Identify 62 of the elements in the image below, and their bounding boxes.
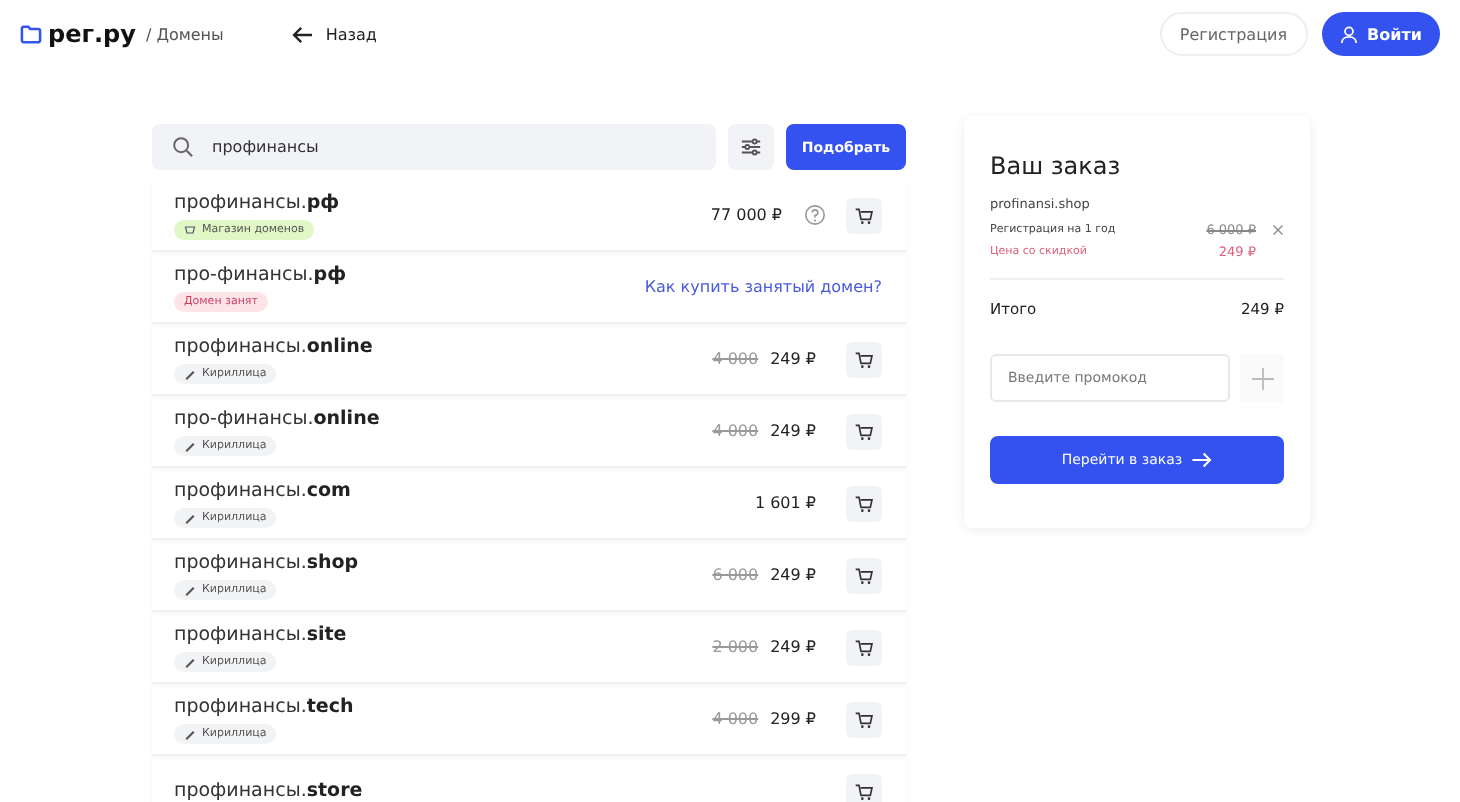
arrow-right-icon — [1192, 452, 1213, 468]
pen-icon — [184, 511, 196, 523]
register-button[interactable]: Регистрация — [1159, 12, 1308, 56]
folder-icon — [20, 24, 42, 44]
filter-button[interactable] — [728, 124, 774, 170]
cart-icon — [854, 781, 874, 801]
cart-icon — [854, 709, 874, 729]
sliders-icon — [740, 136, 762, 158]
cart-button[interactable] — [846, 485, 882, 521]
pen-icon — [184, 439, 196, 451]
price: 249 ₽ — [770, 638, 816, 656]
price: 299 ₽ — [770, 710, 816, 728]
old-price: 4 000 — [712, 422, 759, 440]
domain-name[interactable]: профинансы.site — [174, 623, 347, 645]
help-icon[interactable] — [804, 204, 826, 226]
breadcrumb[interactable]: / Домены — [145, 25, 224, 43]
basket-icon — [184, 223, 196, 235]
domain-name[interactable]: профинансы.store — [174, 780, 363, 802]
price: 77 000 ₽ — [710, 206, 782, 224]
cart-icon — [854, 421, 874, 441]
domain-name[interactable]: профинансы.com — [174, 479, 351, 501]
price: 249 ₽ — [770, 422, 816, 440]
price: 249 ₽ — [770, 350, 816, 368]
order-title: Ваш заказ — [990, 152, 1123, 180]
old-price: 2 000 — [712, 638, 759, 656]
user-icon — [1339, 25, 1358, 43]
old-price: 6 000 — [712, 566, 759, 584]
cart-icon — [854, 565, 874, 585]
price: 249 ₽ — [770, 566, 816, 584]
pen-icon — [184, 727, 196, 739]
cart-icon — [854, 493, 874, 513]
domain-name[interactable]: про-финансы.online — [174, 407, 380, 429]
cart-button[interactable] — [846, 629, 882, 665]
back-link[interactable]: Назад — [291, 25, 377, 43]
login-button[interactable]: Войти — [1321, 12, 1440, 56]
cart-icon — [854, 637, 874, 657]
close-icon[interactable] — [1272, 224, 1284, 236]
logo[interactable]: рег.ру — [48, 20, 136, 48]
old-price: 4 000 — [712, 350, 759, 368]
cart-button[interactable] — [846, 701, 882, 737]
cart-button[interactable] — [846, 197, 882, 233]
plus-icon — [1251, 367, 1273, 389]
cart-icon — [854, 349, 874, 369]
cart-icon — [854, 205, 874, 225]
domain-name[interactable]: профинансы.tech — [174, 695, 354, 717]
price: 1 601 ₽ — [754, 494, 816, 512]
cart-button[interactable] — [846, 773, 882, 802]
domain-name[interactable]: профинансы.online — [174, 335, 373, 357]
domain-name[interactable]: профинансы.рф — [174, 191, 340, 213]
arrow-left-icon — [291, 25, 314, 43]
cart-button[interactable] — [846, 341, 882, 377]
domain-name[interactable]: профинансы.shop — [174, 551, 359, 573]
cart-button[interactable] — [846, 413, 882, 449]
search-field[interactable]: профинансы — [152, 124, 716, 170]
cart-button[interactable] — [846, 557, 882, 593]
domain-name[interactable]: про-финансы.рф — [174, 263, 346, 285]
pen-icon — [184, 655, 196, 667]
help-link[interactable]: Как купить занятый домен? — [644, 278, 882, 296]
old-price: 4 000 — [712, 710, 759, 728]
pen-icon — [184, 367, 196, 379]
pen-icon — [184, 583, 196, 595]
search-icon — [172, 136, 194, 158]
